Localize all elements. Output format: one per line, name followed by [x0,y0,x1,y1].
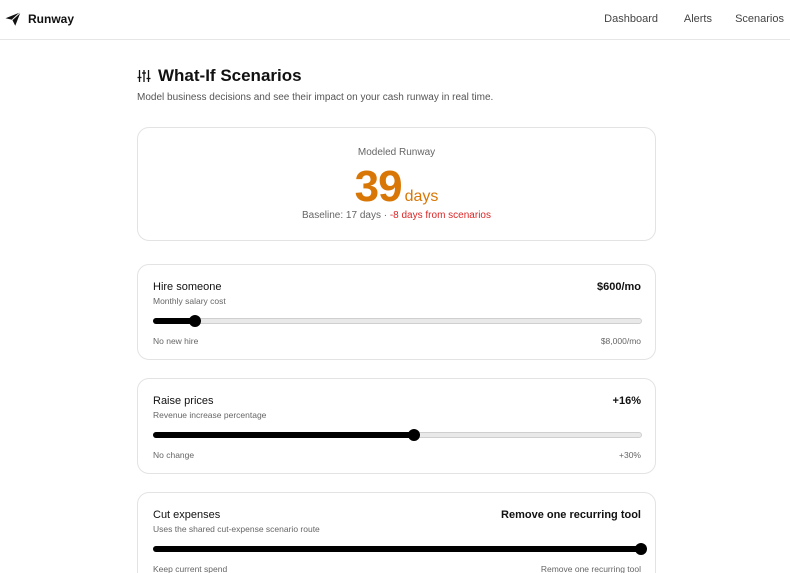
hire-salary-slider[interactable] [153,315,642,327]
scenario-card-hire: Hire someone Monthly salary cost $600/mo… [137,264,656,360]
cut-expenses-slider[interactable] [153,543,647,555]
slider-thumb[interactable] [407,429,420,441]
brand-logo[interactable]: Runway [4,10,74,28]
nav-item-dashboard[interactable]: Dashboard [604,13,658,25]
scenario-value: +16% [612,395,641,407]
runway-value: 39 days [138,162,655,212]
app-name: Runway [28,12,75,26]
slider-min-label: Keep current spend [153,564,228,573]
sliders-icon [137,70,151,82]
scenario-value: $600/mo [596,281,641,293]
scenario-description: Uses the shared cut-expense scenario rou… [153,524,320,534]
runway-baseline: Baseline: 17 days · -8 days from scenari… [138,210,655,221]
scenario-description: Revenue increase percentage [153,410,267,420]
page-subtitle: Model business decisions and see their i… [137,92,494,103]
page-title: What-If Scenarios [158,66,302,85]
runway-days-unit: days [404,188,439,205]
nav-item-alerts[interactable]: Alerts [684,13,712,25]
price-increase-slider[interactable] [153,429,642,441]
slider-min-label: No new hire [153,336,199,346]
slider-min-label: No change [153,450,195,460]
paper-plane-icon [5,11,21,26]
baseline-text: Baseline: 17 days · [302,210,390,221]
slider-thumb[interactable] [635,543,647,555]
slider-fill [153,546,640,552]
scenario-title: Cut expenses [153,509,221,521]
scenario-value: Remove one recurring tool [501,509,641,521]
scenario-title: Raise prices [153,395,214,407]
scenario-title: Hire someone [153,281,222,293]
slider-thumb[interactable] [189,315,202,327]
slider-fill [153,432,413,438]
modeled-runway-card: Modeled Runway 39 days Baseline: 17 days … [137,127,656,241]
nav-item-scenarios[interactable]: Scenarios [735,13,784,25]
slider-max-label: +30% [619,450,641,460]
scenario-card-cut-expenses: Cut expenses Uses the shared cut-expense… [137,492,656,573]
scenario-card-raise-prices: Raise prices Revenue increase percentage… [137,378,656,474]
page-header: What-If Scenarios [137,66,657,86]
scenario-description: Monthly salary cost [153,296,226,306]
runway-label: Modeled Runway [357,147,436,158]
slider-fill [153,318,195,324]
top-navigation-bar: Runway Dashboard Alerts Scenarios [0,0,790,40]
slider-max-label: Remove one recurring tool [540,564,641,573]
runway-days-number: 39 [354,162,403,211]
scenario-delta: -8 days from scenarios [389,210,491,221]
slider-max-label: $8,000/mo [600,336,641,346]
